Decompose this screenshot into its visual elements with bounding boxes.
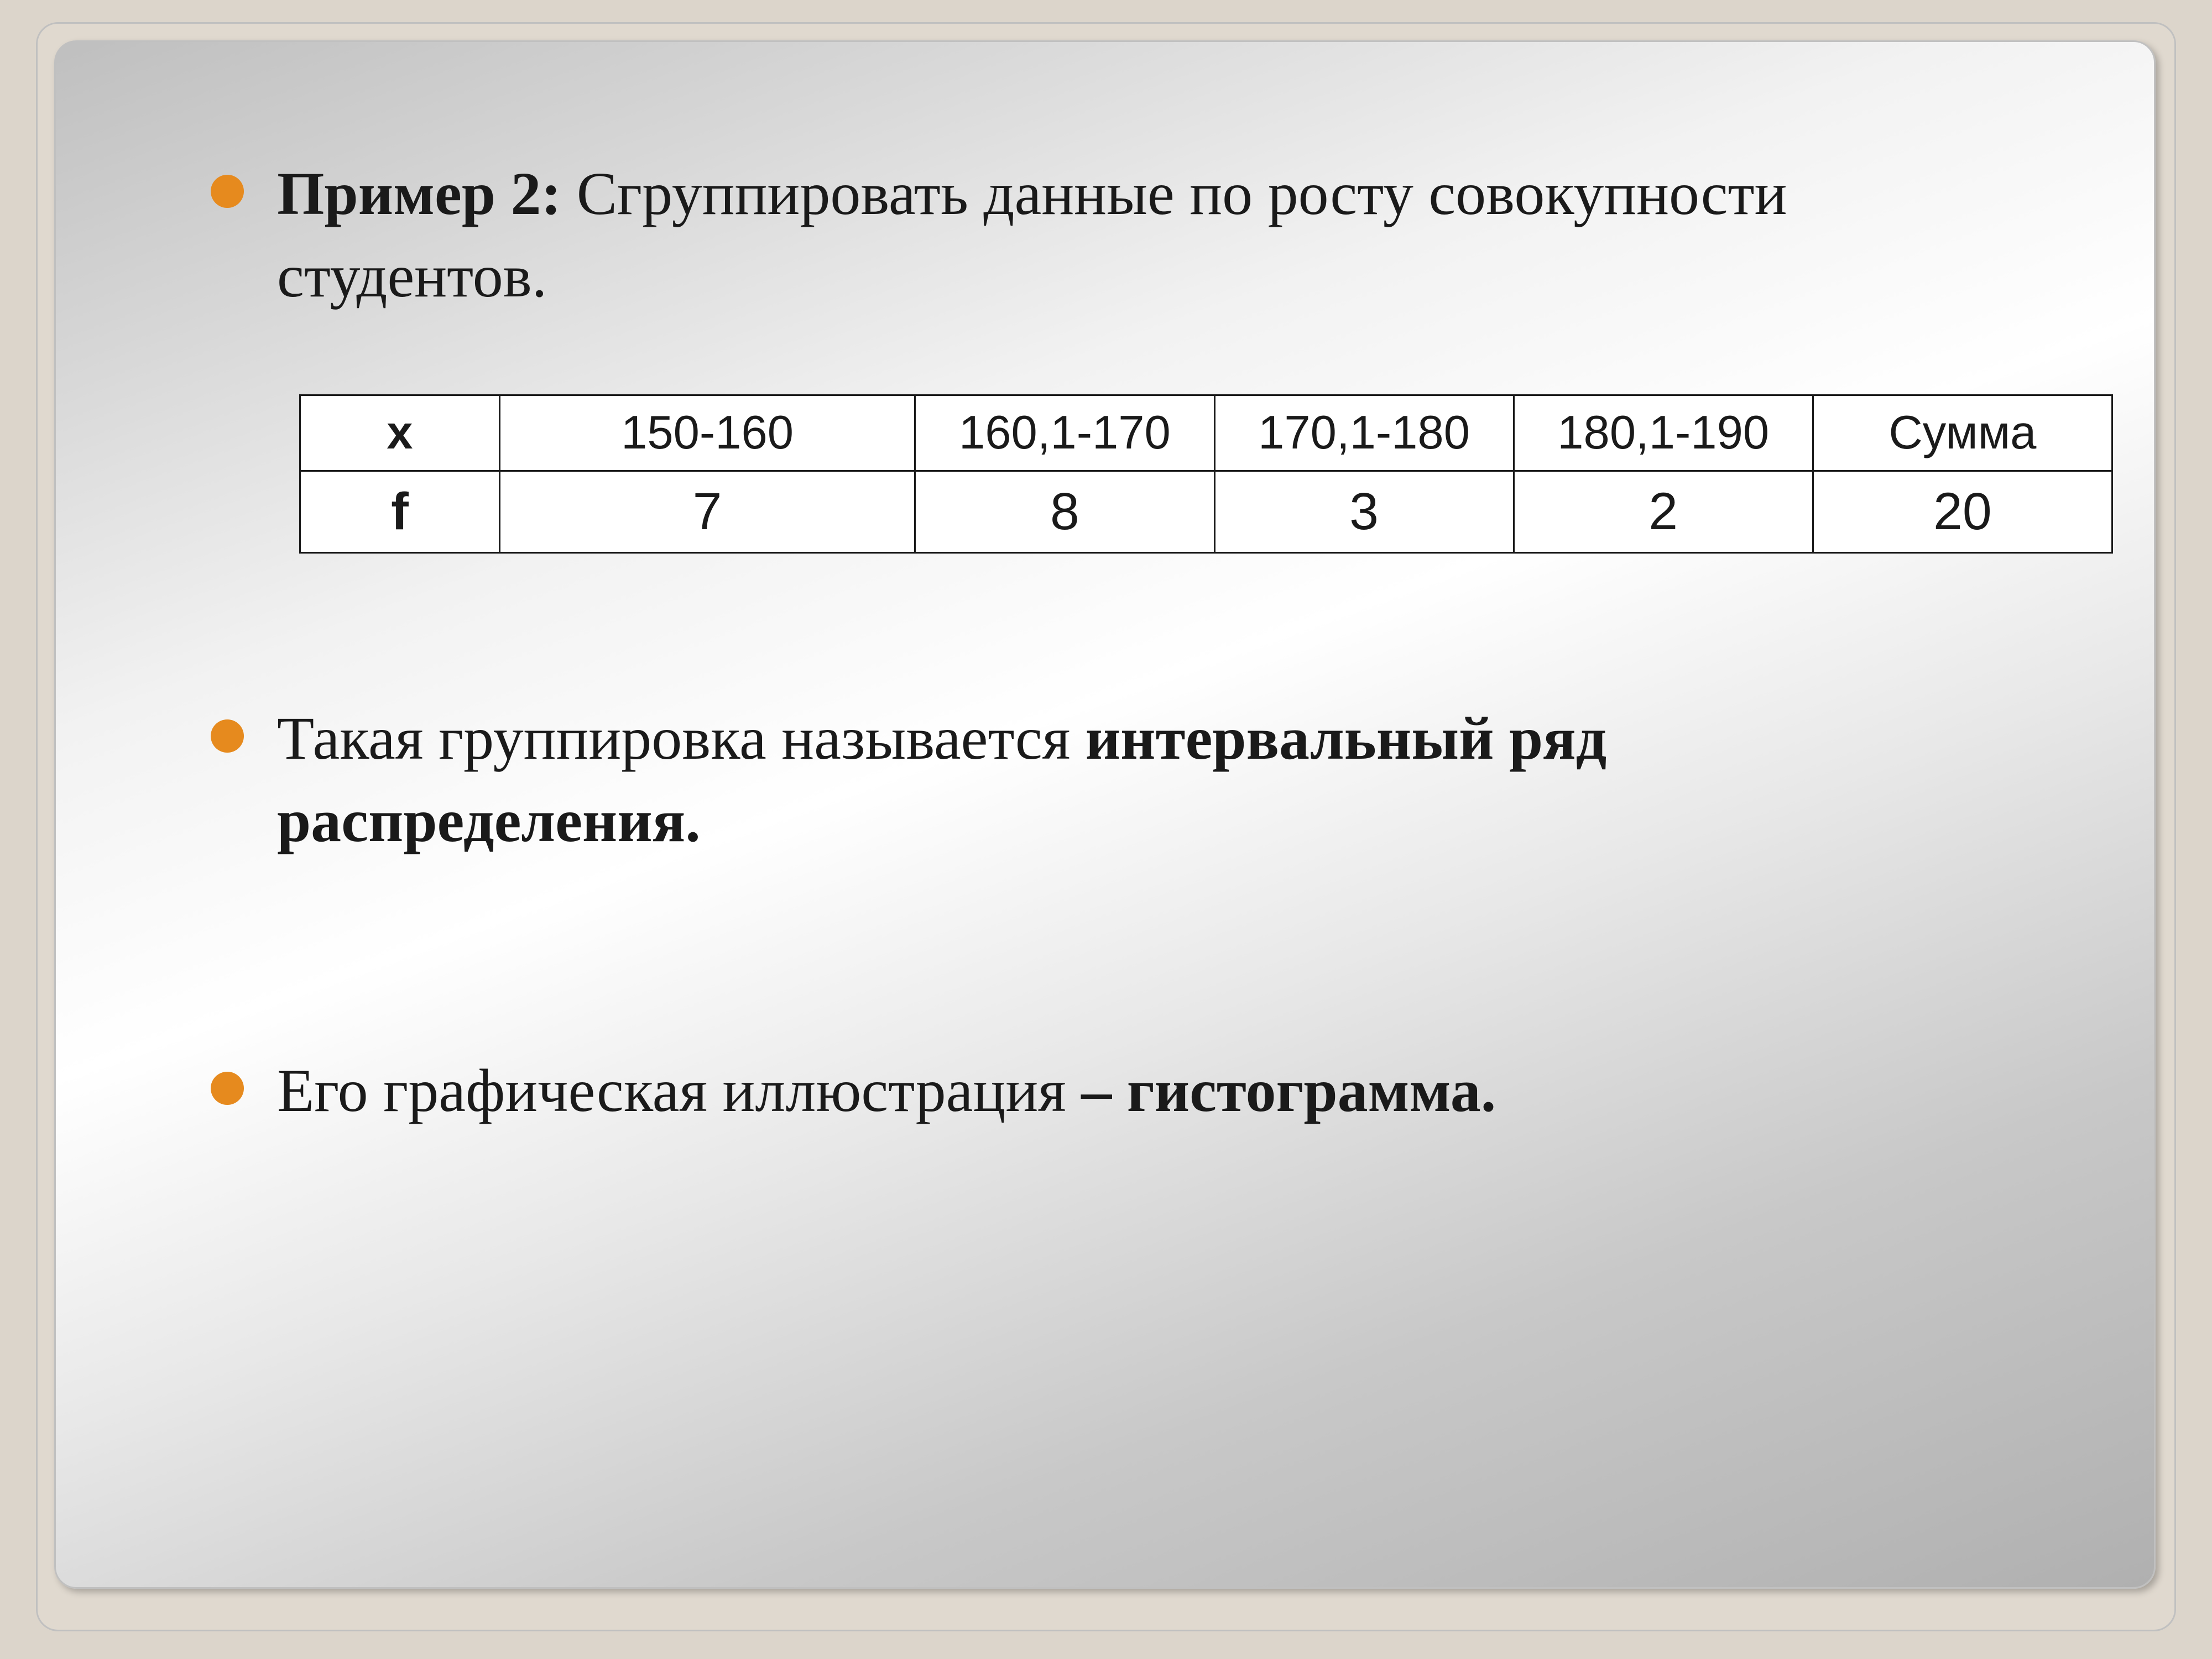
cell-f-1: 7 <box>499 471 915 553</box>
slide-shadow-frame: Пример 2: Сгруппировать данные по росту … <box>36 22 2176 1631</box>
bullet-3-strong: – гистограмма. <box>1081 1057 1496 1124</box>
cell-f-4: 2 <box>1514 471 1813 553</box>
spacer <box>211 939 1999 1050</box>
table-row-x: x 150-160 160,1-170 170,1-180 180,1-190 … <box>300 395 2112 471</box>
bullet-2-text: Такая группировка называется интервальны… <box>277 697 1999 862</box>
table-row-f: f 7 8 3 2 20 <box>300 471 2112 553</box>
bullet-3: Его графическая иллюстрация – гистограмм… <box>211 1050 1999 1132</box>
cell-x-2: 160,1-170 <box>915 395 1214 471</box>
bullet-2-pre: Такая группировка называется <box>277 705 1086 772</box>
cell-x-4: 180,1-190 <box>1514 395 1813 471</box>
bullet-3-pre: Его графическая иллюстрация <box>277 1057 1081 1124</box>
data-table-wrap: x 150-160 160,1-170 170,1-180 180,1-190 … <box>299 394 1999 554</box>
cell-f-head: f <box>300 471 500 553</box>
cell-f-3: 3 <box>1214 471 1514 553</box>
cell-x-head: x <box>300 395 500 471</box>
bullet-1: Пример 2: Сгруппировать данные по росту … <box>211 153 1999 317</box>
bullet-1-text: Пример 2: Сгруппировать данные по росту … <box>277 153 1999 317</box>
data-table: x 150-160 160,1-170 170,1-180 180,1-190 … <box>299 394 2113 554</box>
cell-x-1: 150-160 <box>499 395 915 471</box>
cell-f-sum: 20 <box>1813 471 2112 553</box>
cell-f-2: 8 <box>915 471 1214 553</box>
bullet-3-text: Его графическая иллюстрация – гистограмм… <box>277 1050 1999 1132</box>
bullet-2: Такая группировка называется интервальны… <box>211 697 1999 862</box>
cell-x-sum: Сумма <box>1813 395 2112 471</box>
bullet-1-strong: Пример 2: <box>277 160 561 227</box>
cell-x-3: 170,1-180 <box>1214 395 1514 471</box>
slide: Пример 2: Сгруппировать данные по росту … <box>54 40 2156 1589</box>
